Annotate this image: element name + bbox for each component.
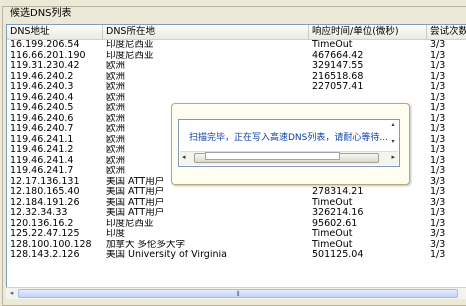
table-row[interactable]: 116.66.201.190 印度尼西亚 467664.42 1/3	[7, 51, 466, 62]
attempts-cell: 1/3	[430, 82, 446, 92]
scroll-left-icon[interactable]: ◂	[6, 288, 17, 299]
attempts-cell: 3/3	[430, 176, 446, 187]
list-horizontal-scrollbar[interactable]: ◂ ⦀	[6, 287, 466, 299]
dns-location-cell: 欧洲	[106, 61, 126, 71]
list-header: DNS地址 DNS所在地 响应时间/单位(微秒) 尝试次数	[7, 25, 466, 40]
scroll-down-icon[interactable]: ▾	[388, 138, 398, 145]
attempts-cell: 1/3	[430, 50, 446, 61]
dns-location-cell: 印度尼西亚	[106, 50, 154, 61]
dns-address-cell: 119.46.240.2	[10, 71, 74, 82]
dns-address-cell: 119.46.241.1	[10, 134, 74, 145]
table-row[interactable]: 119.46.240.2 欧洲 216518.68 1/3	[7, 72, 466, 83]
dns-address-cell: 128.100.100.128	[10, 239, 92, 250]
table-row[interactable]: 119.31.230.42 欧洲 329147.55 1/3	[7, 61, 466, 72]
response-time-cell: TimeOut	[312, 239, 353, 250]
dns-address-cell: 119.46.241.7	[10, 166, 74, 176]
attempts-cell: 3/3	[430, 40, 446, 50]
dns-location-cell: 欧洲	[106, 92, 126, 103]
dns-address-cell: 119.46.240.3	[10, 82, 74, 92]
dns-address-cell: 119.31.230.42	[10, 61, 80, 71]
dns-location-cell: 印度	[106, 229, 126, 239]
response-time-cell: 278314.21	[312, 187, 364, 197]
table-row[interactable]: 12.184.191.26 美国 ATT用户 TimeOut 3/3	[7, 198, 466, 209]
attempts-cell: 3/3	[430, 197, 446, 208]
attempts-cell: 1/3	[430, 71, 446, 82]
progress-bar	[205, 152, 340, 160]
dns-location-cell: 美国 ATT用户	[106, 187, 165, 197]
attempts-cell: 1/3	[430, 187, 446, 197]
attempts-cell: 1/3	[430, 61, 446, 71]
scan-complete-dialog: 扫描完毕，正在写入高速DNS列表，请耐心等待... ▴ ▾ ◂ ⦀ ▸	[171, 103, 410, 185]
attempts-cell: 1/3	[430, 250, 446, 260]
dns-address-cell: 119.46.241.2	[10, 145, 74, 155]
dns-address-cell: 12.184.191.26	[10, 197, 80, 208]
dns-location-cell: 印度尼西亚	[106, 40, 154, 50]
attempts-cell: 1/3	[430, 166, 446, 176]
table-row[interactable]: 12.32.34.33 美国 ATT用户 326214.16 1/3	[7, 208, 466, 219]
attempts-cell: 1/3	[430, 134, 446, 145]
dns-location-cell: 美国 ATT用户	[106, 197, 165, 208]
dns-address-cell: 119.46.240.7	[10, 124, 74, 134]
table-row[interactable]: 16.199.206.54 印度尼西亚 TimeOut 3/3	[7, 40, 466, 51]
dns-address-cell: 12.17.136.131	[10, 176, 80, 187]
dns-location-cell: 欧洲	[106, 82, 126, 92]
response-time-cell: 326214.16	[312, 208, 364, 218]
dns-location-cell: 印度尼西亚	[106, 218, 154, 229]
column-header-dns-address[interactable]: DNS地址	[7, 25, 103, 39]
group-title: 候选DNS列表	[8, 7, 74, 20]
attempts-cell: 1/3	[430, 92, 446, 103]
attempts-cell: 1/3	[430, 218, 446, 229]
scroll-thumb[interactable]: ⦀	[18, 289, 458, 298]
scroll-left-icon[interactable]: ◂	[182, 153, 186, 161]
dns-address-cell: 119.46.240.4	[10, 92, 74, 103]
attempts-cell: 1/3	[430, 208, 446, 218]
column-header-response-time[interactable]: 响应时间/单位(微秒)	[309, 25, 427, 39]
scroll-up-icon[interactable]: ▴	[388, 121, 398, 128]
dns-address-cell: 12.32.34.33	[10, 208, 68, 218]
response-time-cell: 501125.04	[312, 250, 364, 260]
table-row[interactable]: 119.46.240.4 欧洲 1/3	[7, 93, 466, 104]
dns-address-cell: 119.46.241.4	[10, 155, 74, 166]
table-row[interactable]: 125.22.47.125 印度 TimeOut 3/3	[7, 229, 466, 240]
response-time-cell: 95602.61	[312, 218, 358, 229]
table-row[interactable]: 12.180.165.40 美国 ATT用户 278314.21 1/3	[7, 187, 466, 198]
attempts-cell: 1/3	[430, 155, 446, 166]
response-time-cell: TimeOut	[312, 40, 353, 50]
attempts-cell: 1/3	[430, 145, 446, 155]
response-time-cell: 329147.55	[312, 61, 364, 71]
response-time-cell: 467664.42	[312, 50, 364, 61]
dns-location-cell: 欧洲	[106, 71, 126, 82]
status-message: 扫描完毕，正在写入高速DNS列表，请耐心等待...	[189, 133, 388, 143]
response-time-cell: 227057.41	[312, 82, 364, 92]
table-row[interactable]: 120.136.16.2 印度尼西亚 95602.61 1/3	[7, 219, 466, 230]
attempts-cell: 1/3	[430, 113, 446, 124]
dns-location-cell: 加拿大 多伦多大学	[106, 239, 186, 250]
dns-address-cell: 125.22.47.125	[10, 229, 80, 239]
column-header-dns-location[interactable]: DNS所在地	[103, 25, 309, 39]
attempts-cell: 3/3	[430, 229, 446, 239]
column-header-attempts[interactable]: 尝试次数	[427, 25, 466, 39]
table-row[interactable]: 128.100.100.128 加拿大 多伦多大学 TimeOut 3/3	[7, 240, 466, 251]
dns-location-cell: 美国 ATT用户	[106, 208, 165, 218]
message-vertical-scrollbar[interactable]: ▴ ▾	[388, 121, 398, 151]
scroll-right-icon[interactable]: ▸	[391, 153, 395, 161]
attempts-cell: 1/3	[430, 103, 446, 113]
dns-address-cell: 12.180.165.40	[10, 187, 80, 197]
attempts-cell: 3/3	[430, 239, 446, 250]
response-time-cell: TimeOut	[312, 197, 353, 208]
response-time-cell: 216518.68	[312, 71, 364, 82]
table-row[interactable]: 128.143.2.126 美国 University of Virginia 50…	[7, 250, 466, 261]
attempts-cell: 1/3	[430, 124, 446, 134]
dns-address-cell: 119.46.240.6	[10, 113, 74, 124]
dns-address-cell: 119.46.240.5	[10, 103, 74, 113]
response-time-cell: TimeOut	[312, 229, 353, 239]
dns-address-cell: 16.199.206.54	[10, 40, 80, 50]
table-row[interactable]: 119.46.240.3 欧洲 227057.41 1/3	[7, 82, 466, 93]
dns-location-cell: 美国 University of Virginia	[106, 250, 227, 260]
dns-address-cell: 128.143.2.126	[10, 250, 80, 260]
dns-address-cell: 116.66.201.190	[10, 50, 86, 61]
dns-address-cell: 120.136.16.2	[10, 218, 74, 229]
